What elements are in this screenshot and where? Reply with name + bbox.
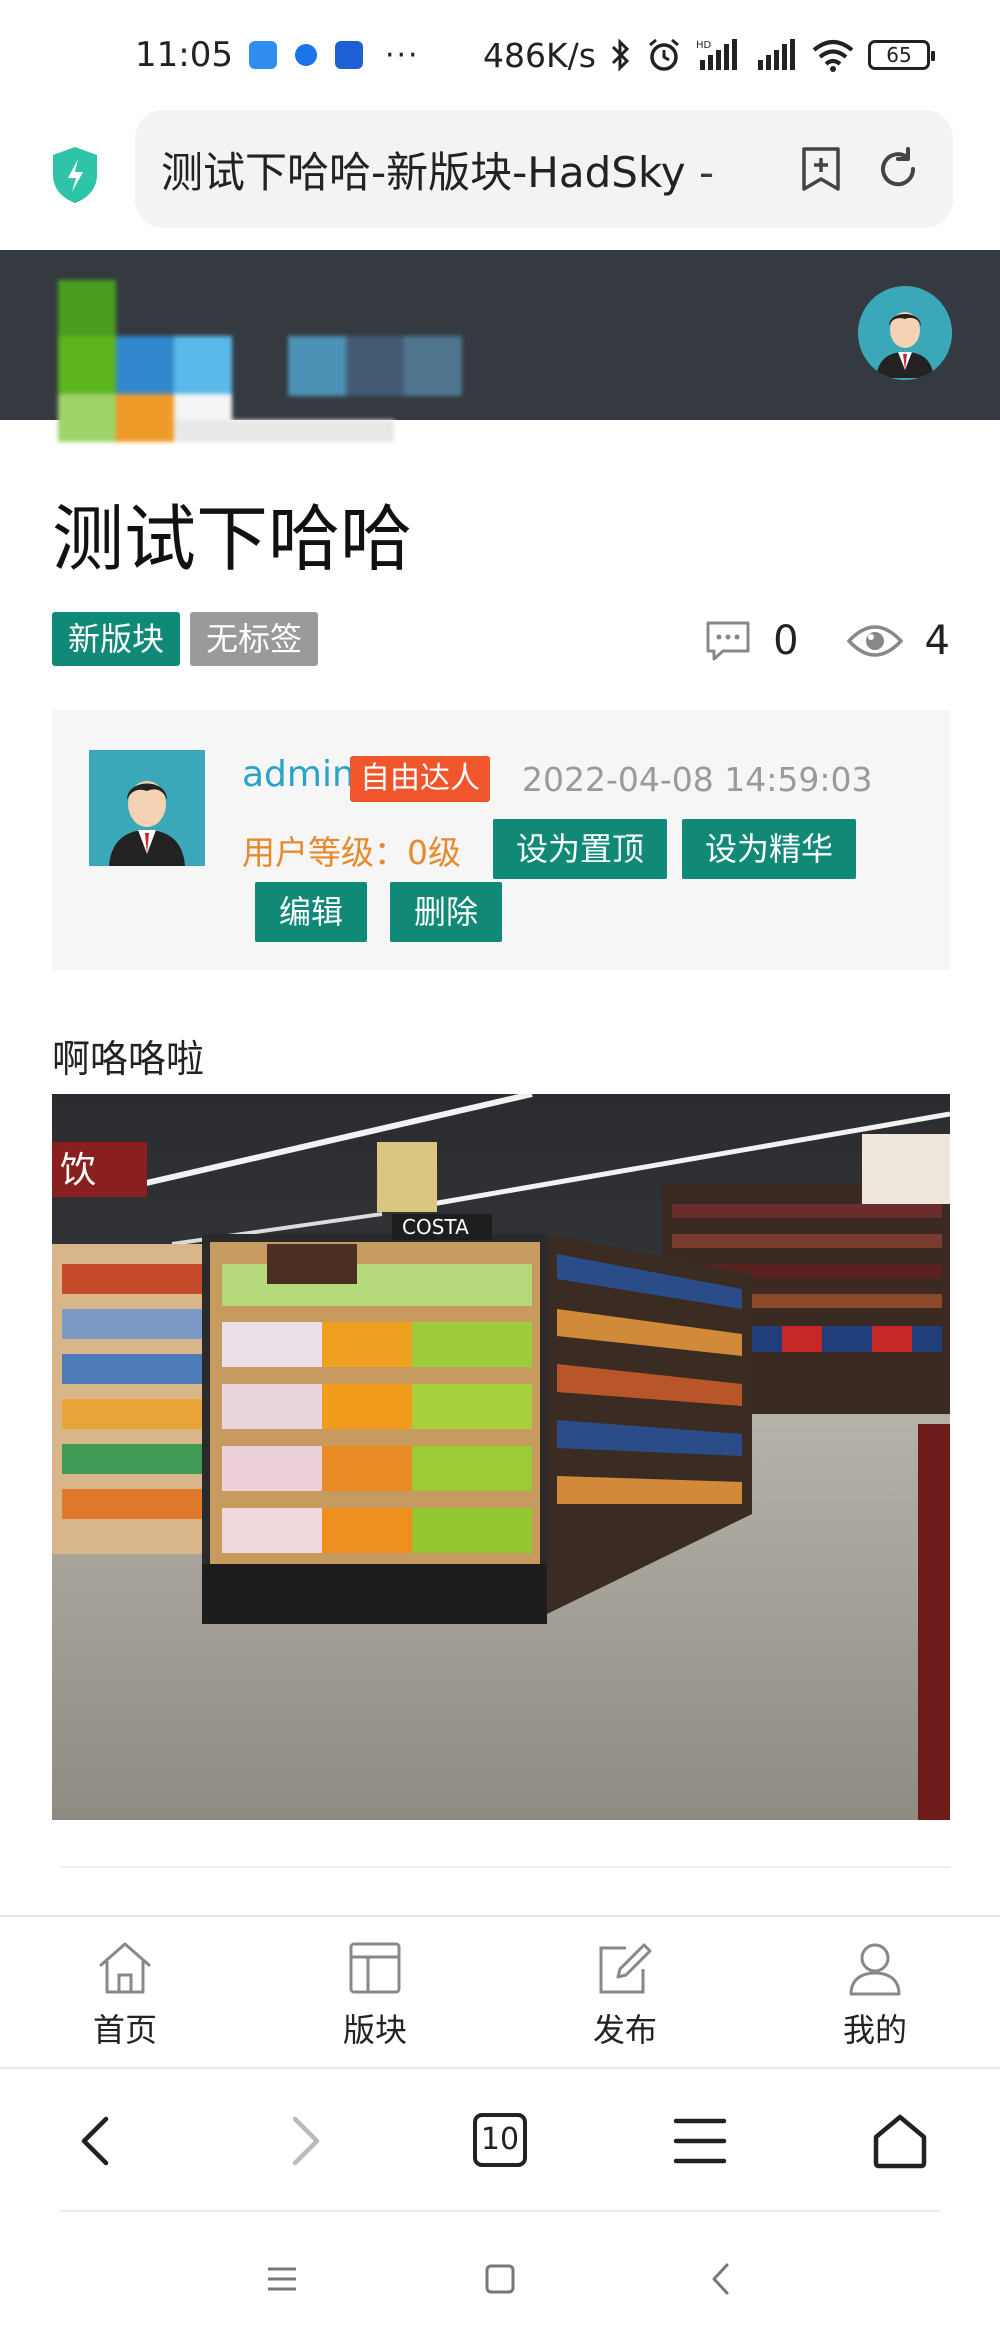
status-bar: 11:05 ··· 486K/s HD 65 [0,0,1000,110]
alarm-icon [649,38,679,71]
nav-mine[interactable]: 我的 [750,1917,1000,2065]
back-icon[interactable] [70,2113,126,2169]
essence-button[interactable]: 设为精华 [682,819,856,879]
user-level: 用户等级：0级 [242,833,461,872]
site-bottom-nav: 首页 版块 发布 我的 [0,1915,1000,2065]
post-body-text: 啊咯咯啦 [52,1037,205,1081]
status-time: 11:05 [135,35,233,75]
system-home-icon[interactable] [480,2259,520,2299]
nav-publish[interactable]: 发布 [500,1917,750,2065]
board-icon [349,1942,401,1994]
supermarket-photo: 饮 COSTA [52,1094,950,1820]
publish-icon [599,1943,652,1994]
nav-board[interactable]: 版块 [250,1917,500,2065]
tag-board[interactable]: 新版块 [52,612,181,666]
address-bar[interactable]: 测试下哈哈-新版块-HadSky - [135,110,953,228]
author-card: admin 自由达人 2022-04-08 14:59:03 用户等级：0级 设… [52,710,950,970]
shield-icon[interactable] [50,145,100,205]
battery-indicator: 65 [868,40,935,70]
svg-text:HD: HD [696,40,712,51]
eye-icon [846,625,903,657]
browser-address-row: 测试下哈哈-新版块-HadSky - [0,110,1000,250]
svg-text:COSTA: COSTA [402,1215,469,1239]
avatar-figure [89,750,205,866]
edit-button[interactable]: 编辑 [255,882,367,942]
avatar[interactable] [89,750,205,866]
comment-icon [706,621,750,661]
post-date: 2022-04-08 14:59:03 [522,760,873,799]
divider [60,1866,950,1868]
nav-home[interactable]: 首页 [0,1917,250,2065]
post-stats: 0 4 [705,618,950,664]
post-tags: 新版块 无标签 [52,612,319,666]
home-shape-icon[interactable] [872,2113,928,2169]
site-header [0,250,1000,442]
more-notifications: ··· [384,37,420,73]
tag-none[interactable]: 无标签 [190,612,319,666]
bluetooth-icon [611,38,630,72]
nav-mine-label: 我的 [842,2011,907,2049]
nav-board-label: 版块 [342,2011,407,2049]
system-nav-bar [0,2215,1000,2340]
page-title: 测试下哈哈 [52,497,413,581]
bookmark-add-icon[interactable] [800,146,842,192]
site-logo[interactable] [50,270,480,442]
nav-publish-label: 发布 [592,2011,657,2049]
cell-signal-hd-icon: HD [696,39,737,70]
menu-icon[interactable] [672,2113,728,2169]
comment-count: 0 [773,618,799,664]
home-icon [99,1942,151,1994]
refresh-icon[interactable] [875,146,921,192]
header-avatar[interactable] [858,286,952,380]
browser-toolbar: 10 [0,2067,1000,2209]
user-icon [849,1943,901,1996]
svg-text:饮: 饮 [60,1150,96,1191]
delete-button[interactable]: 删除 [390,882,502,942]
wifi-icon [812,40,854,72]
address-text[interactable]: 测试下哈哈-新版块-HadSky - [161,139,771,200]
forward-icon[interactable] [275,2113,331,2169]
author-name-link[interactable]: admin [242,754,355,795]
author-badge: 自由达人 [350,756,490,802]
toolbar-divider [60,2210,940,2212]
app-notification-icon [248,41,277,69]
cell-signal-icon [758,39,795,70]
net-speed: 486K/s [483,35,596,75]
system-back-icon[interactable] [702,2259,742,2299]
battery-level: 65 [886,43,912,67]
post-image[interactable]: 饮 COSTA [52,1094,950,1820]
app-notification-icon [294,44,317,66]
avatar-figure [858,286,952,380]
tab-count-button[interactable]: 10 [473,2113,527,2167]
nav-home-label: 首页 [92,2011,157,2049]
pin-button[interactable]: 设为置顶 [493,819,667,879]
view-count: 4 [924,618,950,664]
app-notification-icon [334,41,363,69]
recents-menu-icon[interactable] [262,2259,302,2299]
